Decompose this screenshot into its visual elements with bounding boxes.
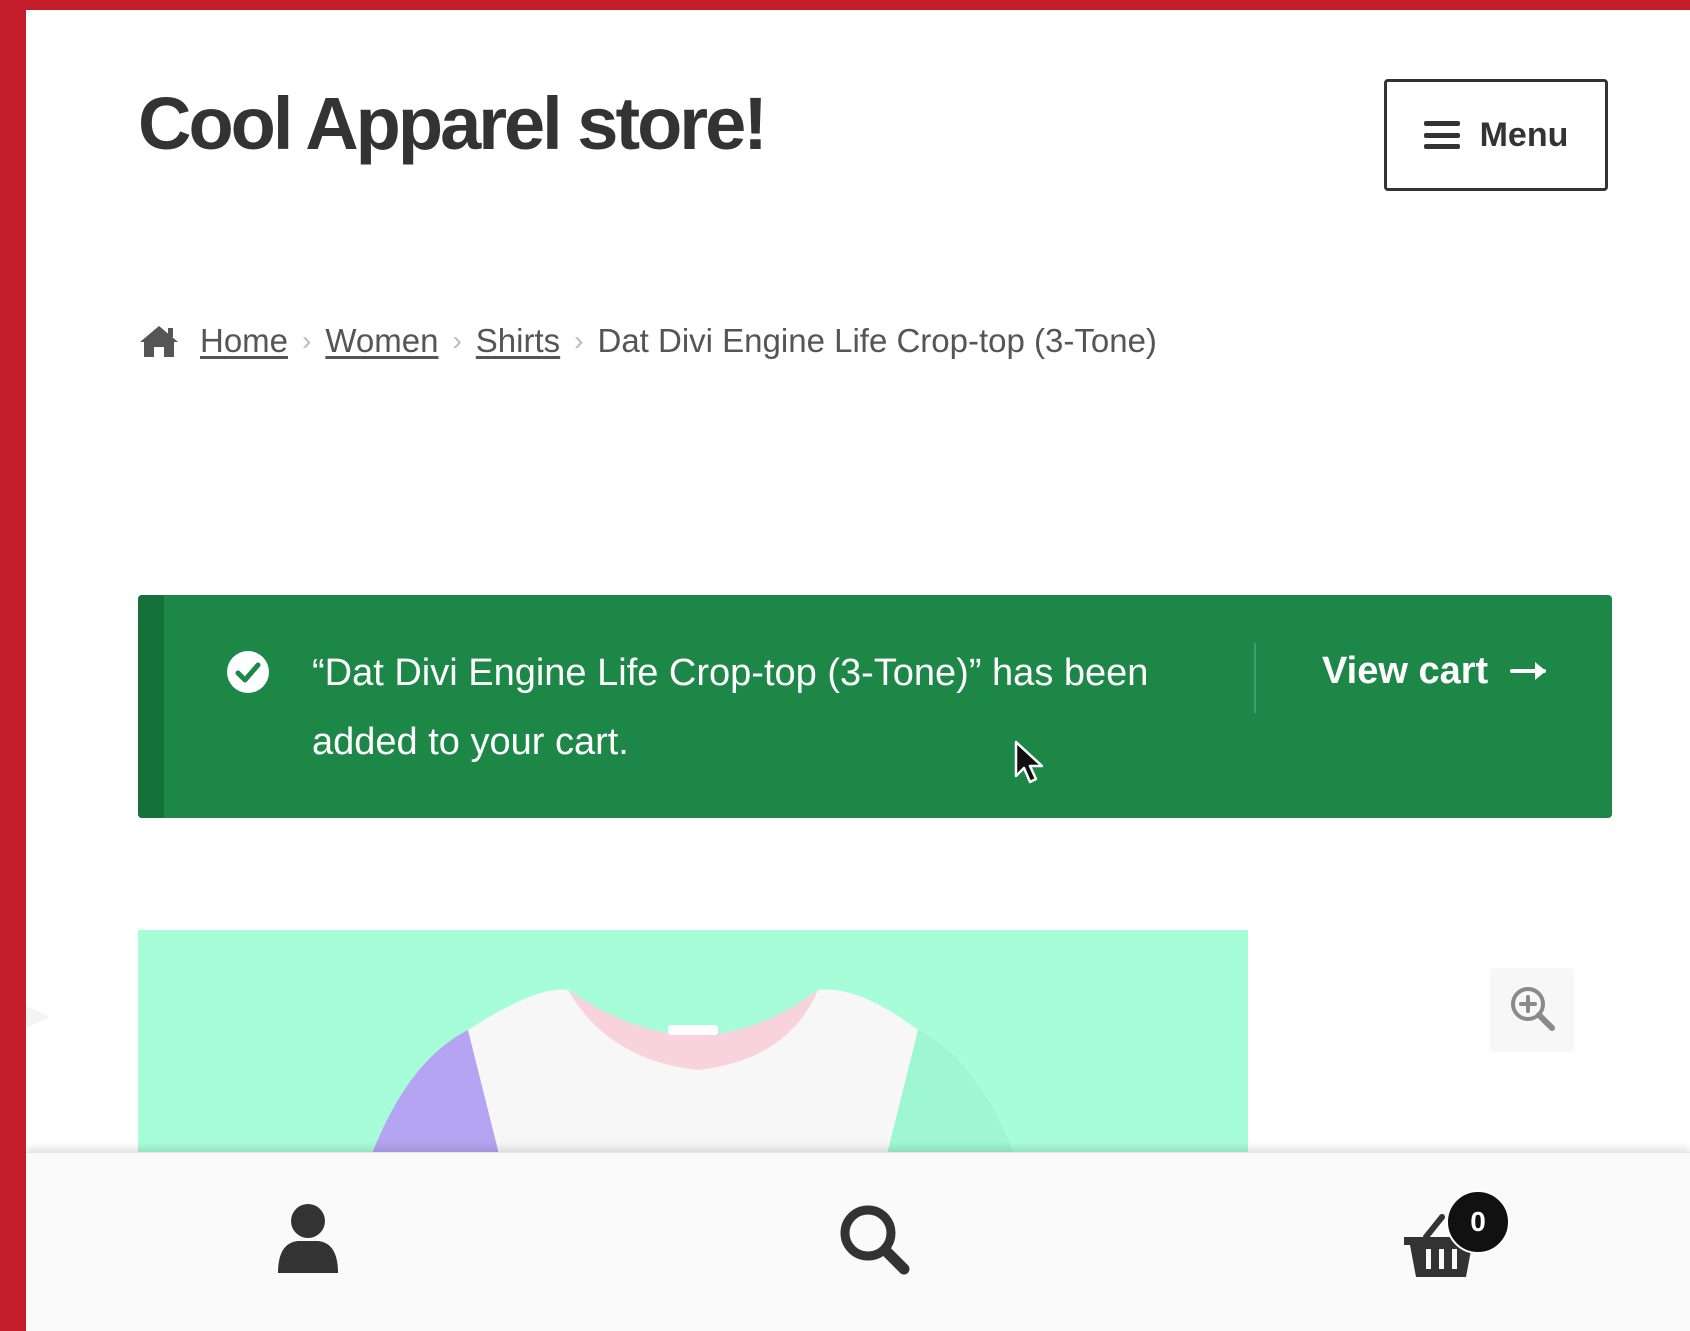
check-circle-icon — [226, 650, 270, 699]
page-frame: Cool Apparel store! Menu Home › Women › … — [26, 10, 1690, 1331]
slide-arrow-icon[interactable] — [26, 1006, 50, 1028]
breadcrumb: Home › Women › Shirts › Dat Divi Engine … — [138, 322, 1157, 360]
breadcrumb-shirts-link[interactable]: Shirts — [476, 322, 560, 360]
view-cart-button[interactable]: View cart — [1322, 645, 1550, 698]
chevron-right-icon: › — [574, 325, 584, 356]
breadcrumb-home-link[interactable]: Home — [200, 322, 288, 360]
user-icon[interactable] — [276, 1203, 340, 1280]
zoom-in-icon — [1509, 985, 1555, 1036]
view-cart-label: View cart — [1322, 650, 1489, 692]
mouse-cursor-icon — [1014, 740, 1046, 791]
notice-message: “Dat Divi Engine Life Crop-top (3-Tone)”… — [312, 652, 1149, 763]
menu-label: Menu — [1479, 115, 1569, 154]
breadcrumb-women-link[interactable]: Women — [325, 322, 438, 360]
cart-notice: “Dat Divi Engine Life Crop-top (3-Tone)”… — [138, 595, 1612, 818]
menu-button[interactable]: Menu — [1384, 79, 1608, 191]
footer-nav-bar — [26, 1152, 1690, 1331]
zoom-button[interactable] — [1490, 968, 1574, 1052]
arrow-right-icon — [1510, 645, 1550, 698]
chevron-right-icon: › — [302, 325, 312, 356]
site-title[interactable]: Cool Apparel store! — [138, 80, 768, 169]
breadcrumb-current: Dat Divi Engine Life Crop-top (3-Tone) — [597, 322, 1157, 359]
notice-accent-bar — [138, 595, 164, 818]
cart-count-badge: 0 — [1446, 1190, 1510, 1254]
home-icon[interactable] — [138, 324, 180, 358]
chevron-right-icon: › — [452, 325, 462, 356]
hamburger-icon — [1423, 121, 1460, 149]
search-icon[interactable] — [838, 1203, 910, 1280]
notice-divider — [1254, 643, 1256, 713]
